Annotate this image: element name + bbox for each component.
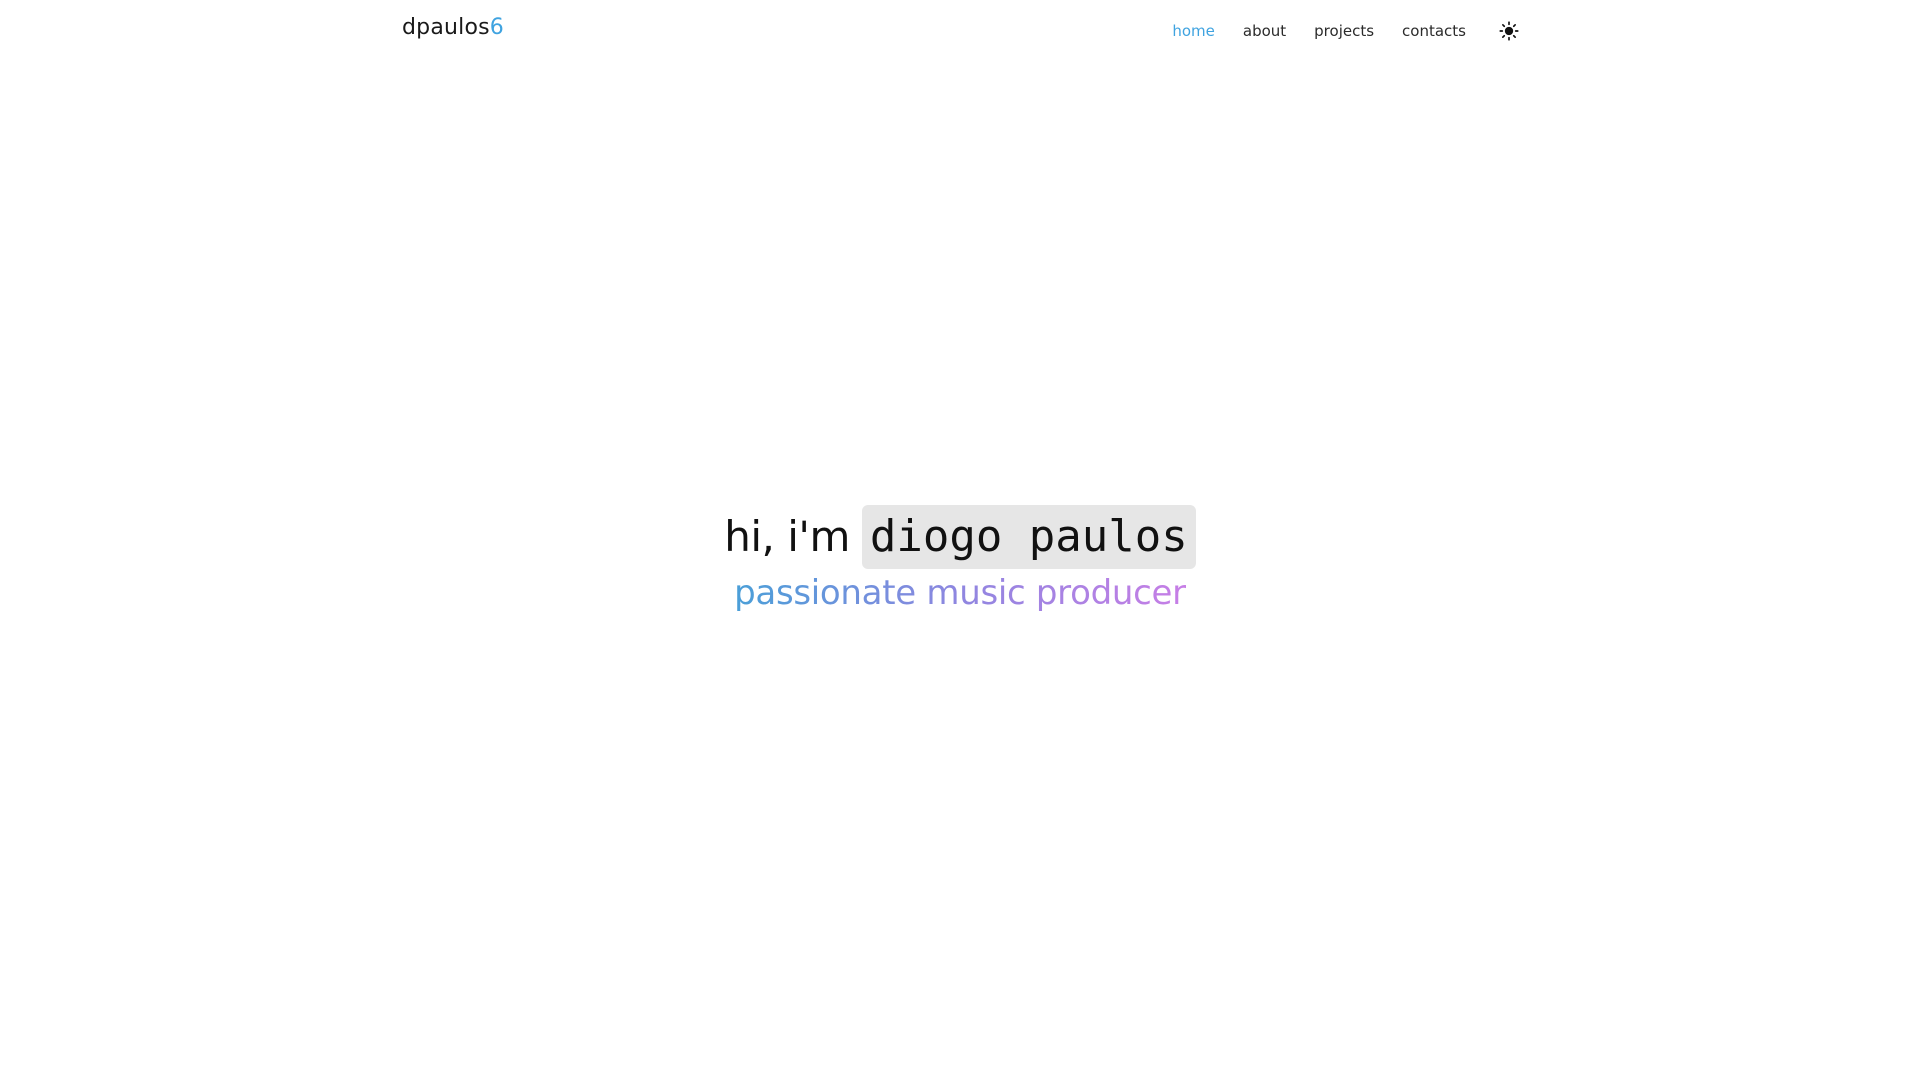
- site-logo[interactable]: dpaulos6: [402, 14, 504, 42]
- logo-accent: 6: [489, 15, 504, 40]
- hero-tagline: passionate music producer: [734, 569, 1186, 617]
- hero-greeting: hi, i'm: [724, 512, 850, 561]
- page: dpaulos6 home about projects contacts hi…: [0, 0, 1920, 1080]
- nav-link-projects[interactable]: projects: [1314, 18, 1374, 44]
- nav-link-home[interactable]: home: [1172, 18, 1215, 44]
- theme-toggle-button[interactable]: [1496, 18, 1522, 44]
- sun-icon: [1499, 21, 1519, 41]
- nav-link-about[interactable]: about: [1243, 18, 1286, 44]
- nav-link-contacts[interactable]: contacts: [1402, 18, 1466, 44]
- main-nav: home about projects contacts: [1172, 18, 1522, 44]
- hero-heading: hi, i'm diogo paulos: [724, 505, 1196, 569]
- hero-name: diogo paulos: [861, 505, 1196, 569]
- hero-section: hi, i'm diogo paulos passionate music pr…: [0, 505, 1920, 617]
- site-header: dpaulos6 home about projects contacts: [0, 0, 1920, 62]
- logo-text: dpaulos: [402, 15, 490, 40]
